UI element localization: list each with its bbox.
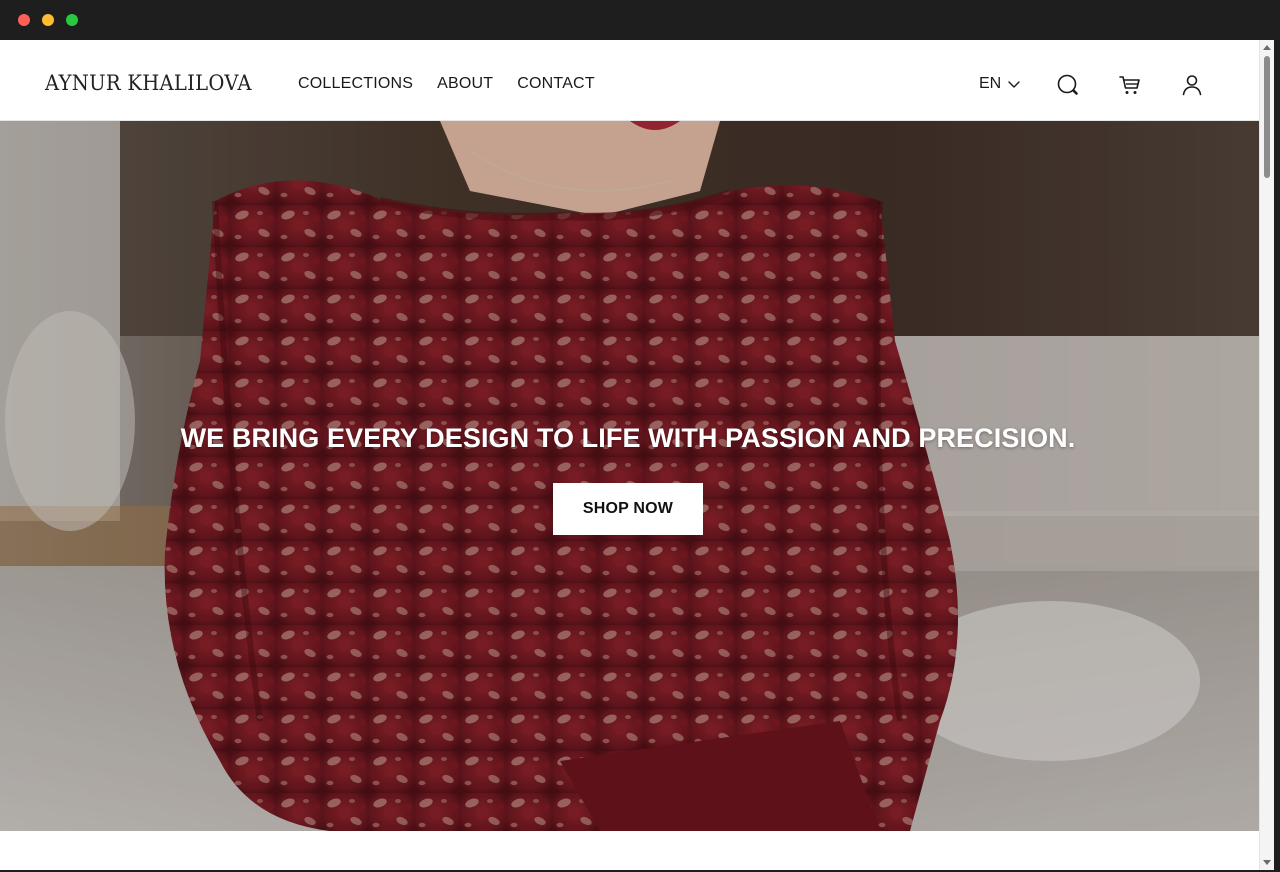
language-selector[interactable]: EN (979, 76, 1021, 92)
shop-now-button[interactable]: SHOP NOW (553, 483, 703, 535)
site-header: AYNUR KHALILOVA COLLECTIONS ABOUT CONTAC… (0, 40, 1259, 121)
window-edge (1274, 40, 1280, 872)
window-titlebar (0, 0, 1280, 40)
nav-item-contact[interactable]: CONTACT (517, 76, 595, 92)
search-icon[interactable] (1056, 73, 1080, 97)
nav-item-about[interactable]: ABOUT (437, 76, 493, 92)
page-scrollbar[interactable] (1259, 40, 1274, 870)
chevron-down-icon (1008, 81, 1020, 88)
window-close-button[interactable] (18, 14, 30, 26)
browser-viewport: AYNUR KHALILOVA COLLECTIONS ABOUT CONTAC… (0, 40, 1259, 870)
cart-icon[interactable] (1118, 73, 1142, 97)
hero-overlay (0, 121, 1259, 831)
window-zoom-button[interactable] (66, 14, 78, 26)
hero-headline: WE BRING EVERY DESIGN TO LIFE WITH PASSI… (180, 423, 1076, 453)
scrollbar-thumb[interactable] (1264, 56, 1270, 178)
main-nav: COLLECTIONS ABOUT CONTACT (298, 76, 595, 92)
account-icon[interactable] (1180, 73, 1204, 97)
language-label: EN (979, 75, 1002, 92)
nav-item-collections[interactable]: COLLECTIONS (298, 76, 413, 92)
scroll-down-arrow-icon[interactable] (1263, 860, 1271, 865)
scroll-up-arrow-icon[interactable] (1263, 45, 1271, 50)
hero-banner: WE BRING EVERY DESIGN TO LIFE WITH PASSI… (0, 121, 1259, 831)
window-minimize-button[interactable] (42, 14, 54, 26)
brand-logo[interactable]: AYNUR KHALILOVA (45, 73, 252, 94)
